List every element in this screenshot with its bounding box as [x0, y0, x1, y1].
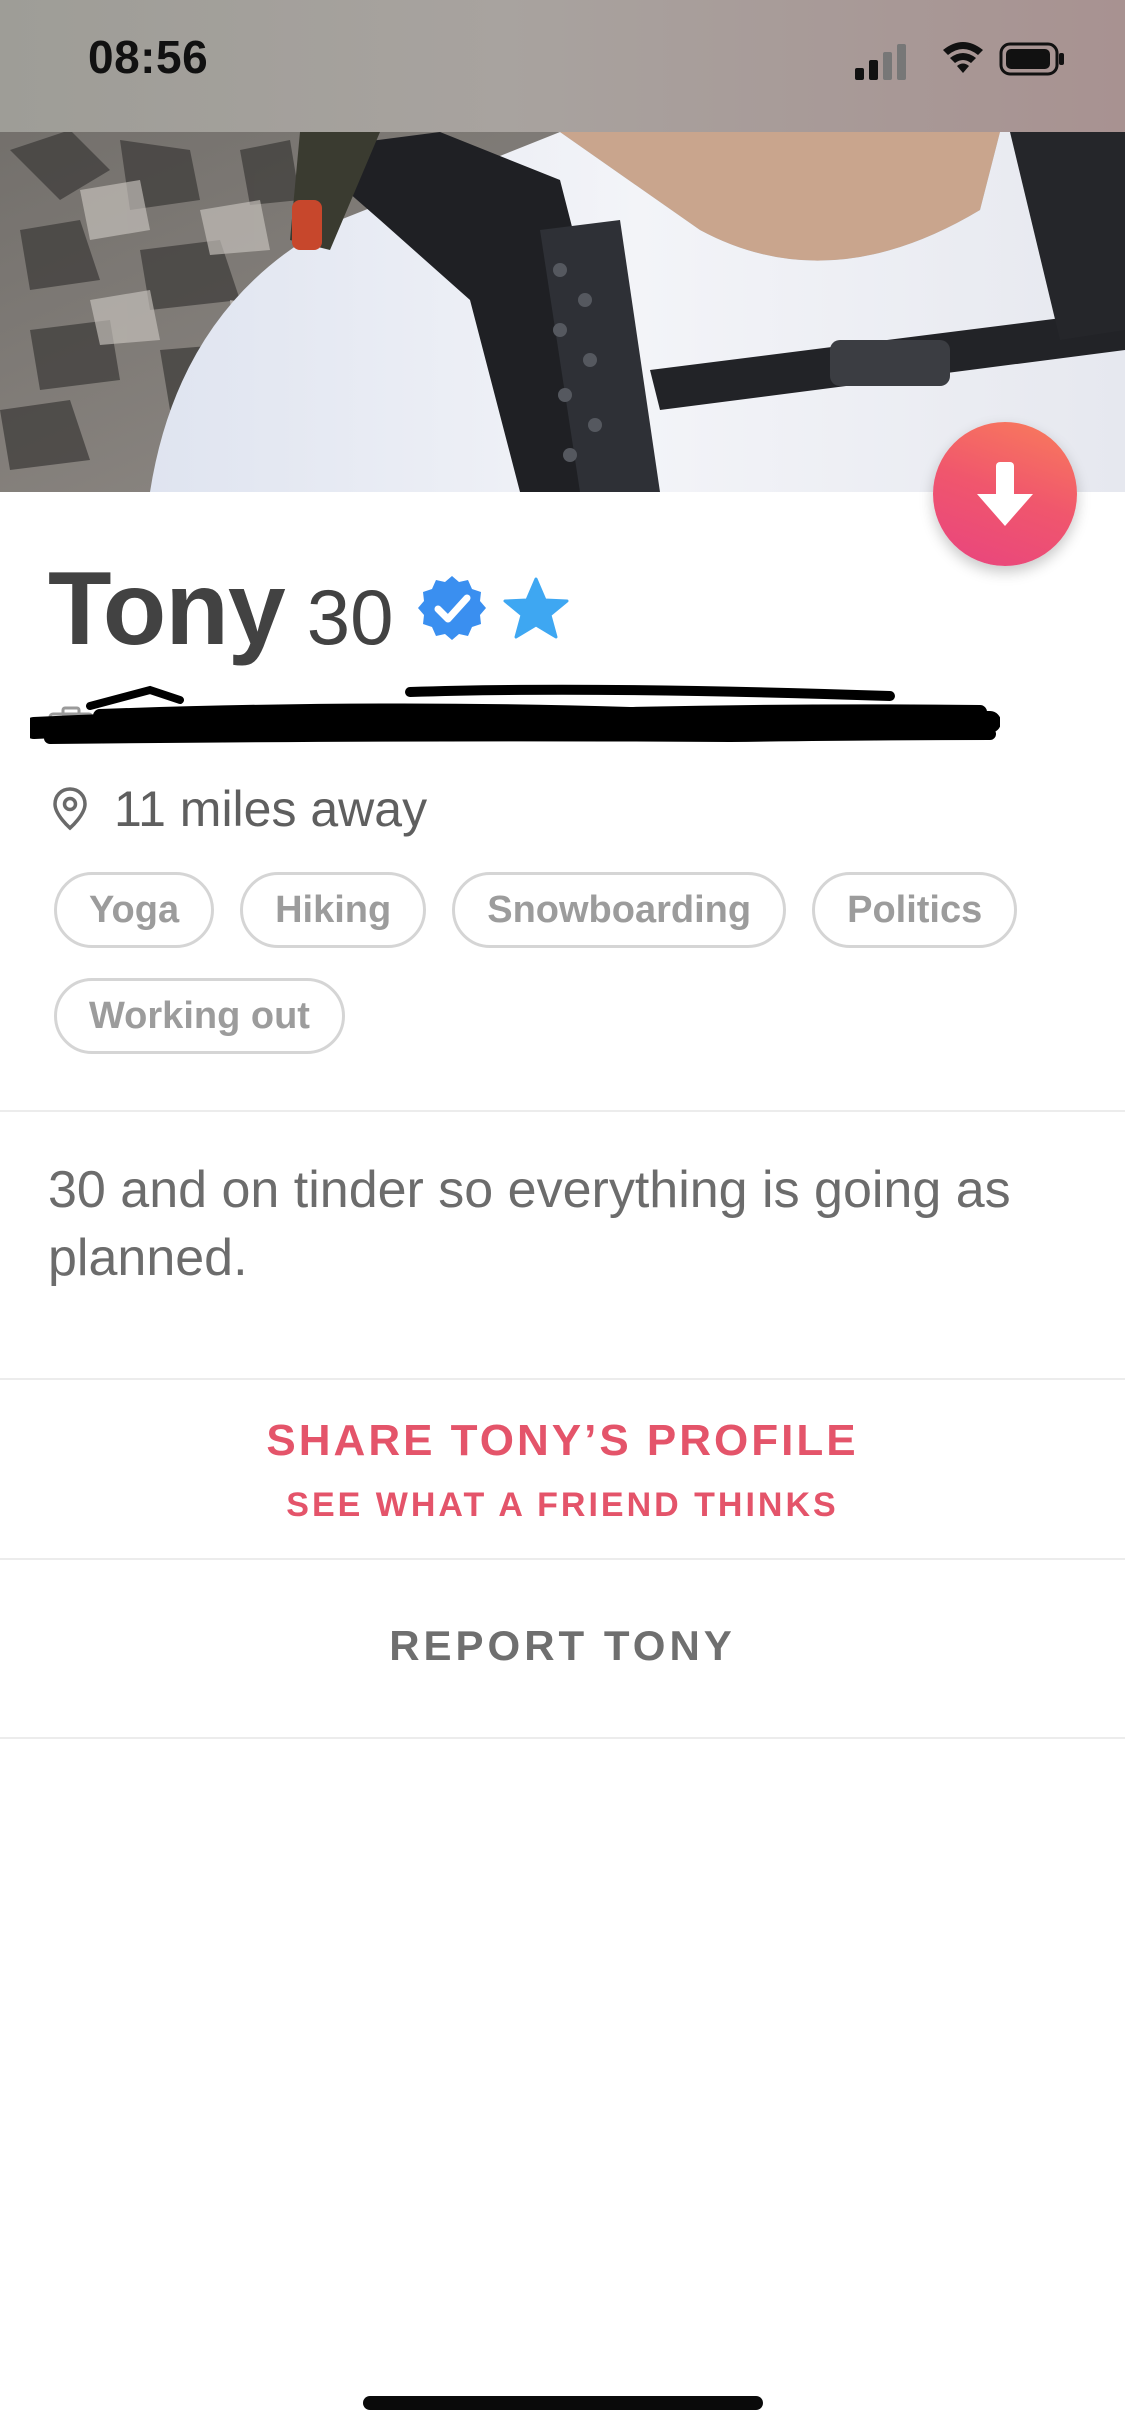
interest-chip[interactable]: Snowboarding: [452, 872, 787, 948]
location-pin-icon: [53, 787, 87, 831]
status-bar: 08:56: [0, 0, 1125, 132]
interest-chips: Yoga Hiking Snowboarding Politics Workin…: [54, 872, 1074, 1054]
profile-bio: 30 and on tinder so everything is going …: [48, 1161, 1011, 1287]
wifi-icon: [943, 42, 983, 73]
distance-text: 11 miles away: [114, 781, 428, 837]
name-row: Tony 30: [48, 550, 393, 670]
star-icon[interactable]: [503, 577, 569, 646]
status-time: 08:56: [88, 31, 209, 83]
divider: [0, 1110, 1125, 1112]
share-profile-title: SHARE TONY’S PROFILE: [266, 1416, 859, 1465]
interest-chip[interactable]: Working out: [54, 978, 345, 1054]
report-label: REPORT TONY: [389, 1622, 736, 1669]
interest-chip[interactable]: Politics: [812, 872, 1018, 948]
collapse-profile-button[interactable]: [933, 422, 1077, 566]
battery-icon: [999, 42, 1064, 76]
arrow-down-icon: [977, 462, 1033, 526]
verified-badge-icon[interactable]: [417, 573, 487, 648]
interest-chip[interactable]: Yoga: [54, 872, 215, 948]
profile-name: Tony: [48, 551, 286, 667]
status-icons: [855, 38, 1065, 82]
report-button[interactable]: REPORT TONY: [0, 1560, 1125, 1736]
profile-age: 30: [306, 573, 394, 661]
job-row: [30, 676, 1000, 756]
cellular-signal-icon: [855, 44, 906, 80]
divider: [0, 1737, 1125, 1739]
share-profile-button[interactable]: SHARE TONY’S PROFILE SEE WHAT A FRIEND T…: [0, 1380, 1125, 1558]
home-indicator[interactable]: [363, 2396, 763, 2410]
distance-row: 11 miles away: [52, 776, 427, 842]
profile-screen: 08:56 Tony 30 11 miles away Yoga Hiking …: [0, 0, 1125, 2436]
interest-chip[interactable]: Hiking: [240, 872, 427, 948]
share-profile-subtitle: SEE WHAT A FRIEND THINKS: [286, 1486, 839, 1524]
redaction-scribble: [30, 684, 1000, 744]
